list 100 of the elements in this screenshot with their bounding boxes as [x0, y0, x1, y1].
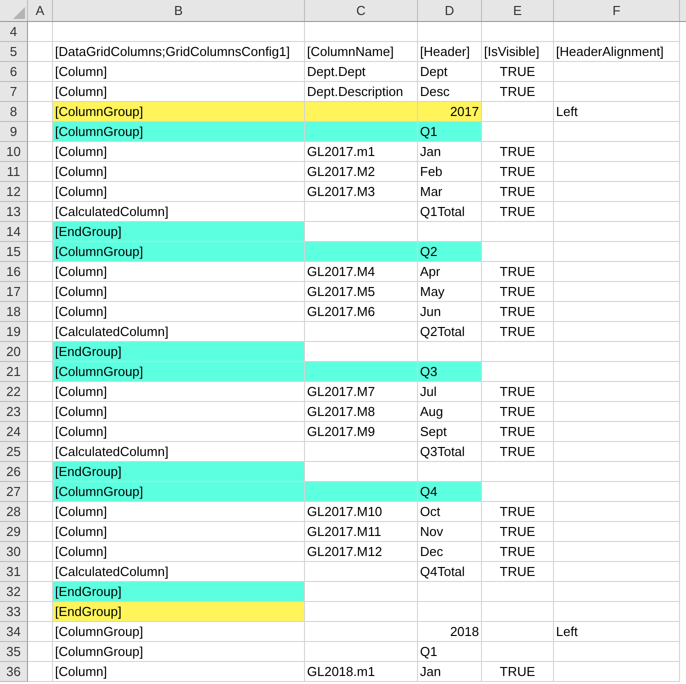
row-header[interactable]: 32 — [0, 582, 28, 602]
row-header[interactable]: 16 — [0, 262, 28, 282]
table-cell — [28, 402, 53, 422]
table-cell: Dept.Dept — [305, 62, 418, 82]
table-cell — [28, 302, 53, 322]
table-cell: TRUE — [482, 82, 554, 102]
table-cell: Q1 — [418, 642, 482, 662]
table-cell: [Column] — [53, 62, 305, 82]
row-header[interactable]: 8 — [0, 102, 28, 122]
row-header[interactable]: 28 — [0, 502, 28, 522]
table-cell — [482, 22, 554, 42]
column-header[interactable]: A — [28, 0, 53, 21]
table-cell: [Column] — [53, 422, 305, 442]
table-cell — [28, 182, 53, 202]
table-cell: [ColumnName] — [305, 42, 418, 62]
table-cell: 2018 — [418, 622, 482, 642]
table-cell: GL2017.M7 — [305, 382, 418, 402]
row-header[interactable]: 30 — [0, 542, 28, 562]
table-cell: [Column] — [53, 162, 305, 182]
table-cell: [EndGroup] — [53, 602, 305, 622]
table-cell: GL2017.M2 — [305, 162, 418, 182]
table-cell — [482, 102, 554, 122]
column-header[interactable]: E — [482, 0, 554, 21]
table-cell — [418, 602, 482, 622]
row-header[interactable]: 7 — [0, 82, 28, 102]
column-header[interactable]: C — [305, 0, 418, 21]
table-cell: Q1 — [418, 122, 482, 142]
table-cell — [28, 622, 53, 642]
table-cell: Q3Total — [418, 442, 482, 462]
table-cell — [482, 122, 554, 142]
row-header[interactable]: 15 — [0, 242, 28, 262]
table-cell: [Column] — [53, 182, 305, 202]
column-header[interactable]: D — [418, 0, 482, 21]
table-cell: GL2017.M6 — [305, 302, 418, 322]
table-cell: TRUE — [482, 202, 554, 222]
table-cell: Dept — [418, 62, 482, 82]
table-cell: GL2017.M9 — [305, 422, 418, 442]
row-header[interactable]: 6 — [0, 62, 28, 82]
table-cell: [Column] — [53, 282, 305, 302]
row-header[interactable]: 26 — [0, 462, 28, 482]
corner-triangle-icon — [13, 7, 25, 19]
table-cell — [418, 22, 482, 42]
column-header[interactable]: F — [554, 0, 680, 21]
table-cell: Left — [554, 102, 680, 122]
row-header[interactable]: 36 — [0, 662, 28, 682]
row-header[interactable]: 33 — [0, 602, 28, 622]
row-header[interactable]: 12 — [0, 182, 28, 202]
row-header[interactable]: 24 — [0, 422, 28, 442]
row-header[interactable]: 9 — [0, 122, 28, 142]
table-cell — [28, 142, 53, 162]
row-header[interactable]: 21 — [0, 362, 28, 382]
table-cell: GL2017.M11 — [305, 522, 418, 542]
column-header[interactable]: B — [53, 0, 305, 21]
table-cell: TRUE — [482, 502, 554, 522]
row-header[interactable]: 31 — [0, 562, 28, 582]
row-header[interactable]: 10 — [0, 142, 28, 162]
table-cell — [28, 522, 53, 542]
table-cell: TRUE — [482, 142, 554, 162]
table-cell: Q4 — [418, 482, 482, 502]
table-cell: [ColumnGroup] — [53, 622, 305, 642]
table-cell — [482, 482, 554, 502]
table-cell: Jul — [418, 382, 482, 402]
table-cell — [28, 562, 53, 582]
row-header[interactable]: 25 — [0, 442, 28, 462]
row-header[interactable]: 11 — [0, 162, 28, 182]
table-cell: [Column] — [53, 662, 305, 682]
table-cell: [Column] — [53, 142, 305, 162]
table-cell: Q2 — [418, 242, 482, 262]
table-cell: [ColumnGroup] — [53, 642, 305, 662]
row-header[interactable]: 17 — [0, 282, 28, 302]
table-cell: TRUE — [482, 662, 554, 682]
table-cell — [28, 442, 53, 462]
table-cell: [Column] — [53, 382, 305, 402]
row-header[interactable]: 29 — [0, 522, 28, 542]
table-cell — [28, 262, 53, 282]
table-cell: Oct — [418, 502, 482, 522]
table-cell: [ColumnGroup] — [53, 242, 305, 262]
row-header[interactable]: 14 — [0, 222, 28, 242]
table-cell — [28, 42, 53, 62]
table-cell: Q4Total — [418, 562, 482, 582]
table-cell: [Column] — [53, 502, 305, 522]
row-header[interactable]: 4 — [0, 22, 28, 42]
table-cell: TRUE — [482, 162, 554, 182]
row-header[interactable]: 23 — [0, 402, 28, 422]
row-header[interactable]: 5 — [0, 42, 28, 62]
table-cell — [28, 542, 53, 562]
table-cell: TRUE — [482, 562, 554, 582]
row-header[interactable]: 20 — [0, 342, 28, 362]
row-header[interactable]: 27 — [0, 482, 28, 502]
row-header[interactable]: 19 — [0, 322, 28, 342]
table-cell: Feb — [418, 162, 482, 182]
row-header[interactable]: 34 — [0, 622, 28, 642]
row-header[interactable]: 22 — [0, 382, 28, 402]
table-cell: [ColumnGroup] — [53, 482, 305, 502]
table-cell: [HeaderAlignment] — [554, 42, 680, 62]
row-header[interactable]: 35 — [0, 642, 28, 662]
table-cell: TRUE — [482, 522, 554, 542]
row-header[interactable]: 13 — [0, 202, 28, 222]
table-cell: GL2017.M5 — [305, 282, 418, 302]
row-header[interactable]: 18 — [0, 302, 28, 322]
